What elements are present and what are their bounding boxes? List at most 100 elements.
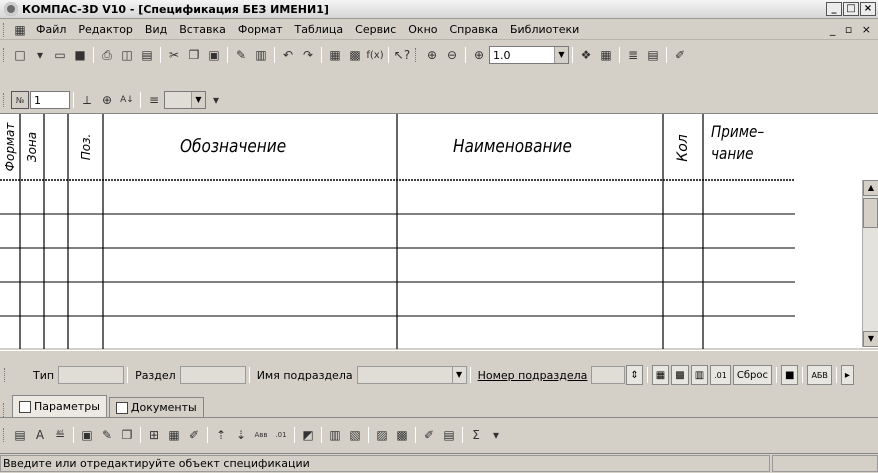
scroll-down-button[interactable]: ▼	[863, 331, 878, 347]
subsection-number-field[interactable]	[591, 366, 626, 384]
specification-document[interactable]: Формат Зона Поз. Обозначение Наименовани…	[0, 113, 878, 349]
manager-icon[interactable]: ▦	[326, 46, 344, 64]
scroll-up-button[interactable]: ▲	[863, 180, 878, 196]
toolbar-grip[interactable]	[3, 22, 6, 37]
more-icon[interactable]: ▾	[207, 91, 225, 109]
zoom-in-icon[interactable]: ⊕	[423, 46, 441, 64]
menu-service[interactable]: Сервис	[349, 23, 402, 36]
copy-icon[interactable]: ❐	[185, 46, 203, 64]
menu-insert[interactable]: Вставка	[173, 23, 232, 36]
expand-arrow-icon[interactable]: ▸	[840, 365, 854, 385]
tool1-icon[interactable]: ❖	[577, 46, 595, 64]
toolbar-grip[interactable]	[3, 93, 6, 107]
report-icon[interactable]: ▩	[393, 426, 411, 444]
menu-file[interactable]: Файл	[30, 23, 72, 36]
base-object-icon[interactable]: ▤	[11, 426, 29, 444]
sort-icon[interactable]: A↓	[118, 91, 136, 109]
menu-help[interactable]: Справка	[444, 23, 504, 36]
column-icon[interactable]: ▥	[690, 365, 709, 385]
menu-window[interactable]: Окно	[402, 23, 443, 36]
spin-button[interactable]: ⇕	[626, 365, 643, 385]
target-icon[interactable]: ⊕	[98, 91, 116, 109]
insert-row-icon[interactable]: ⊞	[145, 426, 163, 444]
menu-view[interactable]: Вид	[139, 23, 173, 36]
numbering-icon[interactable]: .01	[710, 365, 731, 385]
chevron-down-icon[interactable]: ▼	[191, 92, 205, 108]
menu-libraries[interactable]: Библиотеки	[504, 23, 585, 36]
tool2-icon[interactable]: ▦	[597, 46, 615, 64]
doc-icon[interactable]: ▤	[440, 426, 458, 444]
insert-row-icon[interactable]: ▦	[651, 365, 670, 385]
help-pointer-icon[interactable]: ↖?	[393, 46, 411, 64]
zoom-combo[interactable]: 1.0 ▼	[489, 46, 569, 64]
brush-icon[interactable]: ✐	[420, 426, 438, 444]
function-icon[interactable]: f(x)	[366, 46, 384, 64]
format-painter-icon[interactable]: ✎	[232, 46, 250, 64]
vertical-scrollbar[interactable]: ▲ ▼	[862, 180, 878, 347]
tab-parameters[interactable]: Параметры	[12, 395, 107, 417]
doc-link-icon[interactable]: ▣	[78, 426, 96, 444]
align-icon[interactable]: ≡	[145, 91, 163, 109]
more-icon[interactable]: ▾	[487, 426, 505, 444]
text-style-icon[interactable]: АБВ	[807, 365, 832, 385]
section-field[interactable]	[179, 366, 246, 384]
properties-icon[interactable]: ▥	[252, 46, 270, 64]
toolbar-grip[interactable]	[3, 428, 6, 442]
menu-table[interactable]: Таблица	[288, 23, 349, 36]
panel-grip[interactable]	[3, 403, 6, 417]
number-icon[interactable]: №	[11, 91, 29, 109]
tab-documents[interactable]: Документы	[108, 397, 204, 417]
chevron-down-icon[interactable]: ▼	[451, 367, 466, 383]
undo-icon[interactable]: ↶	[279, 46, 297, 64]
brush-icon[interactable]: ✐	[671, 46, 689, 64]
note-icon[interactable]: ✐	[185, 426, 203, 444]
numbering-icon[interactable]: .01	[272, 426, 290, 444]
panel-grip[interactable]	[4, 368, 7, 382]
text-object-icon[interactable]: A	[31, 426, 49, 444]
close-button[interactable]: ×	[860, 2, 876, 16]
cut-icon[interactable]: ✂	[165, 46, 183, 64]
menu-edit[interactable]: Редактор	[72, 23, 139, 36]
list-icon[interactable]: ≣	[624, 46, 642, 64]
print-setup-icon[interactable]: ▤	[138, 46, 156, 64]
open-folder-icon[interactable]: ▭	[51, 46, 69, 64]
toolbar-grip[interactable]	[3, 48, 6, 62]
page-icon[interactable]: ▤	[644, 46, 662, 64]
document-menu-icon[interactable]: ▦	[11, 21, 29, 39]
dropdown-arrow-icon[interactable]: ▾	[31, 46, 49, 64]
sort-down-icon[interactable]: ⇣	[232, 426, 250, 444]
paste-icon[interactable]: ▣	[205, 46, 223, 64]
sum-icon[interactable]: Σ	[467, 426, 485, 444]
redo-icon[interactable]: ↷	[299, 46, 317, 64]
select-icon[interactable]: ◩	[299, 426, 317, 444]
menu-format[interactable]: Формат	[232, 23, 289, 36]
scroll-thumb[interactable]	[863, 198, 878, 228]
copy-objects-icon[interactable]: ❐	[118, 426, 136, 444]
type-field[interactable]	[58, 366, 125, 384]
check-icon[interactable]: ▨	[373, 426, 391, 444]
merge-icon[interactable]: ▥	[326, 426, 344, 444]
section-icon[interactable]: ≝	[51, 426, 69, 444]
text-style-icon[interactable]: Авв	[252, 426, 270, 444]
line-tool-icon[interactable]: ⟂	[78, 91, 96, 109]
edit-objects-icon[interactable]: ✎	[98, 426, 116, 444]
library-icon[interactable]: ▩	[346, 46, 364, 64]
table-icon[interactable]: ▦	[165, 426, 183, 444]
reset-button[interactable]: Сброс	[732, 365, 772, 385]
object-icon[interactable]: ■	[781, 365, 799, 385]
style-combo[interactable]: ▼	[164, 91, 206, 109]
chevron-down-icon[interactable]: ▼	[554, 47, 568, 63]
maximize-button[interactable]: □	[843, 2, 859, 16]
save-icon[interactable]: ■	[71, 46, 89, 64]
new-document-icon[interactable]: □	[11, 46, 29, 64]
zoom-scale-icon[interactable]: ⊕	[470, 46, 488, 64]
toolbar-grip[interactable]	[415, 48, 418, 62]
sort-up-icon[interactable]: ⇡	[212, 426, 230, 444]
mdi-controls[interactable]: _ ▫ ×	[830, 23, 874, 36]
number-field[interactable]: 1	[30, 91, 70, 109]
print-icon[interactable]: ⎙	[98, 46, 116, 64]
zoom-out-icon[interactable]: ⊖	[443, 46, 461, 64]
grid-icon[interactable]: ▩	[671, 365, 689, 385]
minimize-button[interactable]: _	[826, 2, 842, 16]
split-icon[interactable]: ▧	[346, 426, 364, 444]
